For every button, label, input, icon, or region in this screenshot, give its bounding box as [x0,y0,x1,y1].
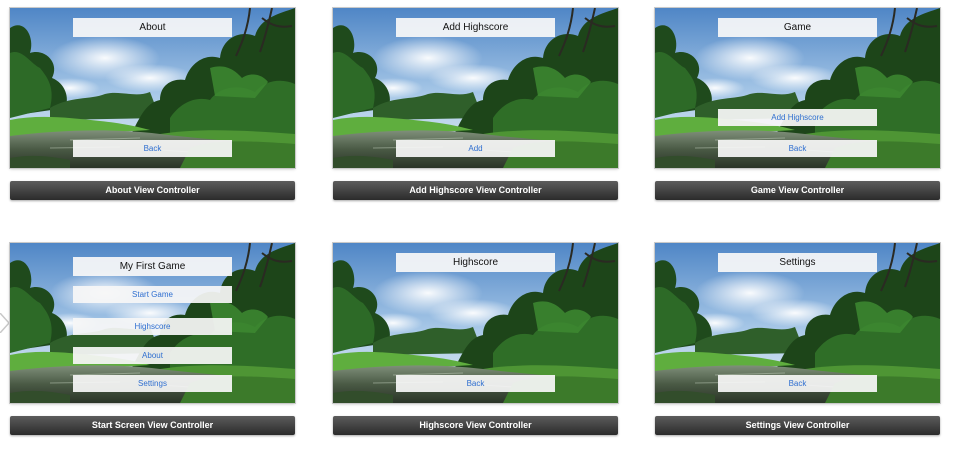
settings-back-button[interactable]: Back [718,375,877,392]
scene-settings: Settings Back Settings View Controller [655,243,940,436]
start-screen-scene-label[interactable]: Start Screen View Controller [10,416,295,435]
game-add-highscore-button[interactable]: Add Highscore [718,109,877,126]
add-highscore-screen[interactable]: Add Highscore Add [333,8,618,168]
highscore-title-label: Highscore [396,253,555,272]
storyboard-canvas: About Back About View Controller Add Hig… [0,0,955,449]
start-screen-title-label: My First Game [73,257,232,276]
game-scene-label[interactable]: Game View Controller [655,181,940,200]
scene-game: Game Add Highscore Back Game View Contro… [655,8,940,201]
settings-button[interactable]: Settings [73,375,232,392]
highscore-button[interactable]: Highscore [73,318,232,335]
settings-scene-label[interactable]: Settings View Controller [655,416,940,435]
about-screen[interactable]: About Back [10,8,295,168]
about-scene-label[interactable]: About View Controller [10,181,295,200]
add-highscore-scene-label[interactable]: Add Highscore View Controller [333,181,618,200]
scene-about: About Back About View Controller [10,8,295,201]
initial-scene-arrow-icon [0,313,10,333]
scene-highscore: Highscore Back Highscore View Controller [333,243,618,436]
game-title-label: Game [718,18,877,37]
start-game-button[interactable]: Start Game [73,286,232,303]
about-title-label: About [73,18,232,37]
highscore-screen[interactable]: Highscore Back [333,243,618,403]
settings-title-label: Settings [718,253,877,272]
game-screen[interactable]: Game Add Highscore Back [655,8,940,168]
scene-start-screen: My First Game Start Game Highscore About… [10,243,295,436]
highscore-scene-label[interactable]: Highscore View Controller [333,416,618,435]
scene-add-highscore: Add Highscore Add Add Highscore View Con… [333,8,618,201]
about-back-button[interactable]: Back [73,140,232,157]
add-button[interactable]: Add [396,140,555,157]
highscore-back-button[interactable]: Back [396,375,555,392]
add-highscore-title-label: Add Highscore [396,18,555,37]
about-button[interactable]: About [73,347,232,364]
settings-screen[interactable]: Settings Back [655,243,940,403]
start-screen-screen[interactable]: My First Game Start Game Highscore About… [10,243,295,403]
game-back-button[interactable]: Back [718,140,877,157]
